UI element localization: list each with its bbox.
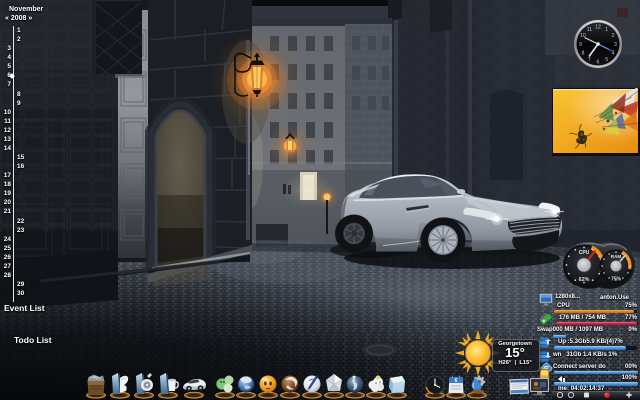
svg-text:5: 5 xyxy=(605,57,608,63)
svg-text:62%: 62% xyxy=(579,277,590,283)
svg-text:3: 3 xyxy=(614,42,617,48)
svg-text:8: 8 xyxy=(581,51,584,57)
svg-text:RAM: RAM xyxy=(611,254,622,259)
svg-text:2: 2 xyxy=(612,33,615,39)
svg-text:9: 9 xyxy=(579,42,582,48)
svg-text:6: 6 xyxy=(455,378,458,384)
svg-text:6: 6 xyxy=(597,59,600,65)
svg-text:7: 7 xyxy=(588,57,591,63)
svg-text:1: 1 xyxy=(605,27,608,33)
svg-text:CPU: CPU xyxy=(579,250,590,256)
svg-text:12: 12 xyxy=(595,25,601,31)
svg-text:11: 11 xyxy=(587,27,592,33)
svg-text:75%: 75% xyxy=(611,277,622,283)
